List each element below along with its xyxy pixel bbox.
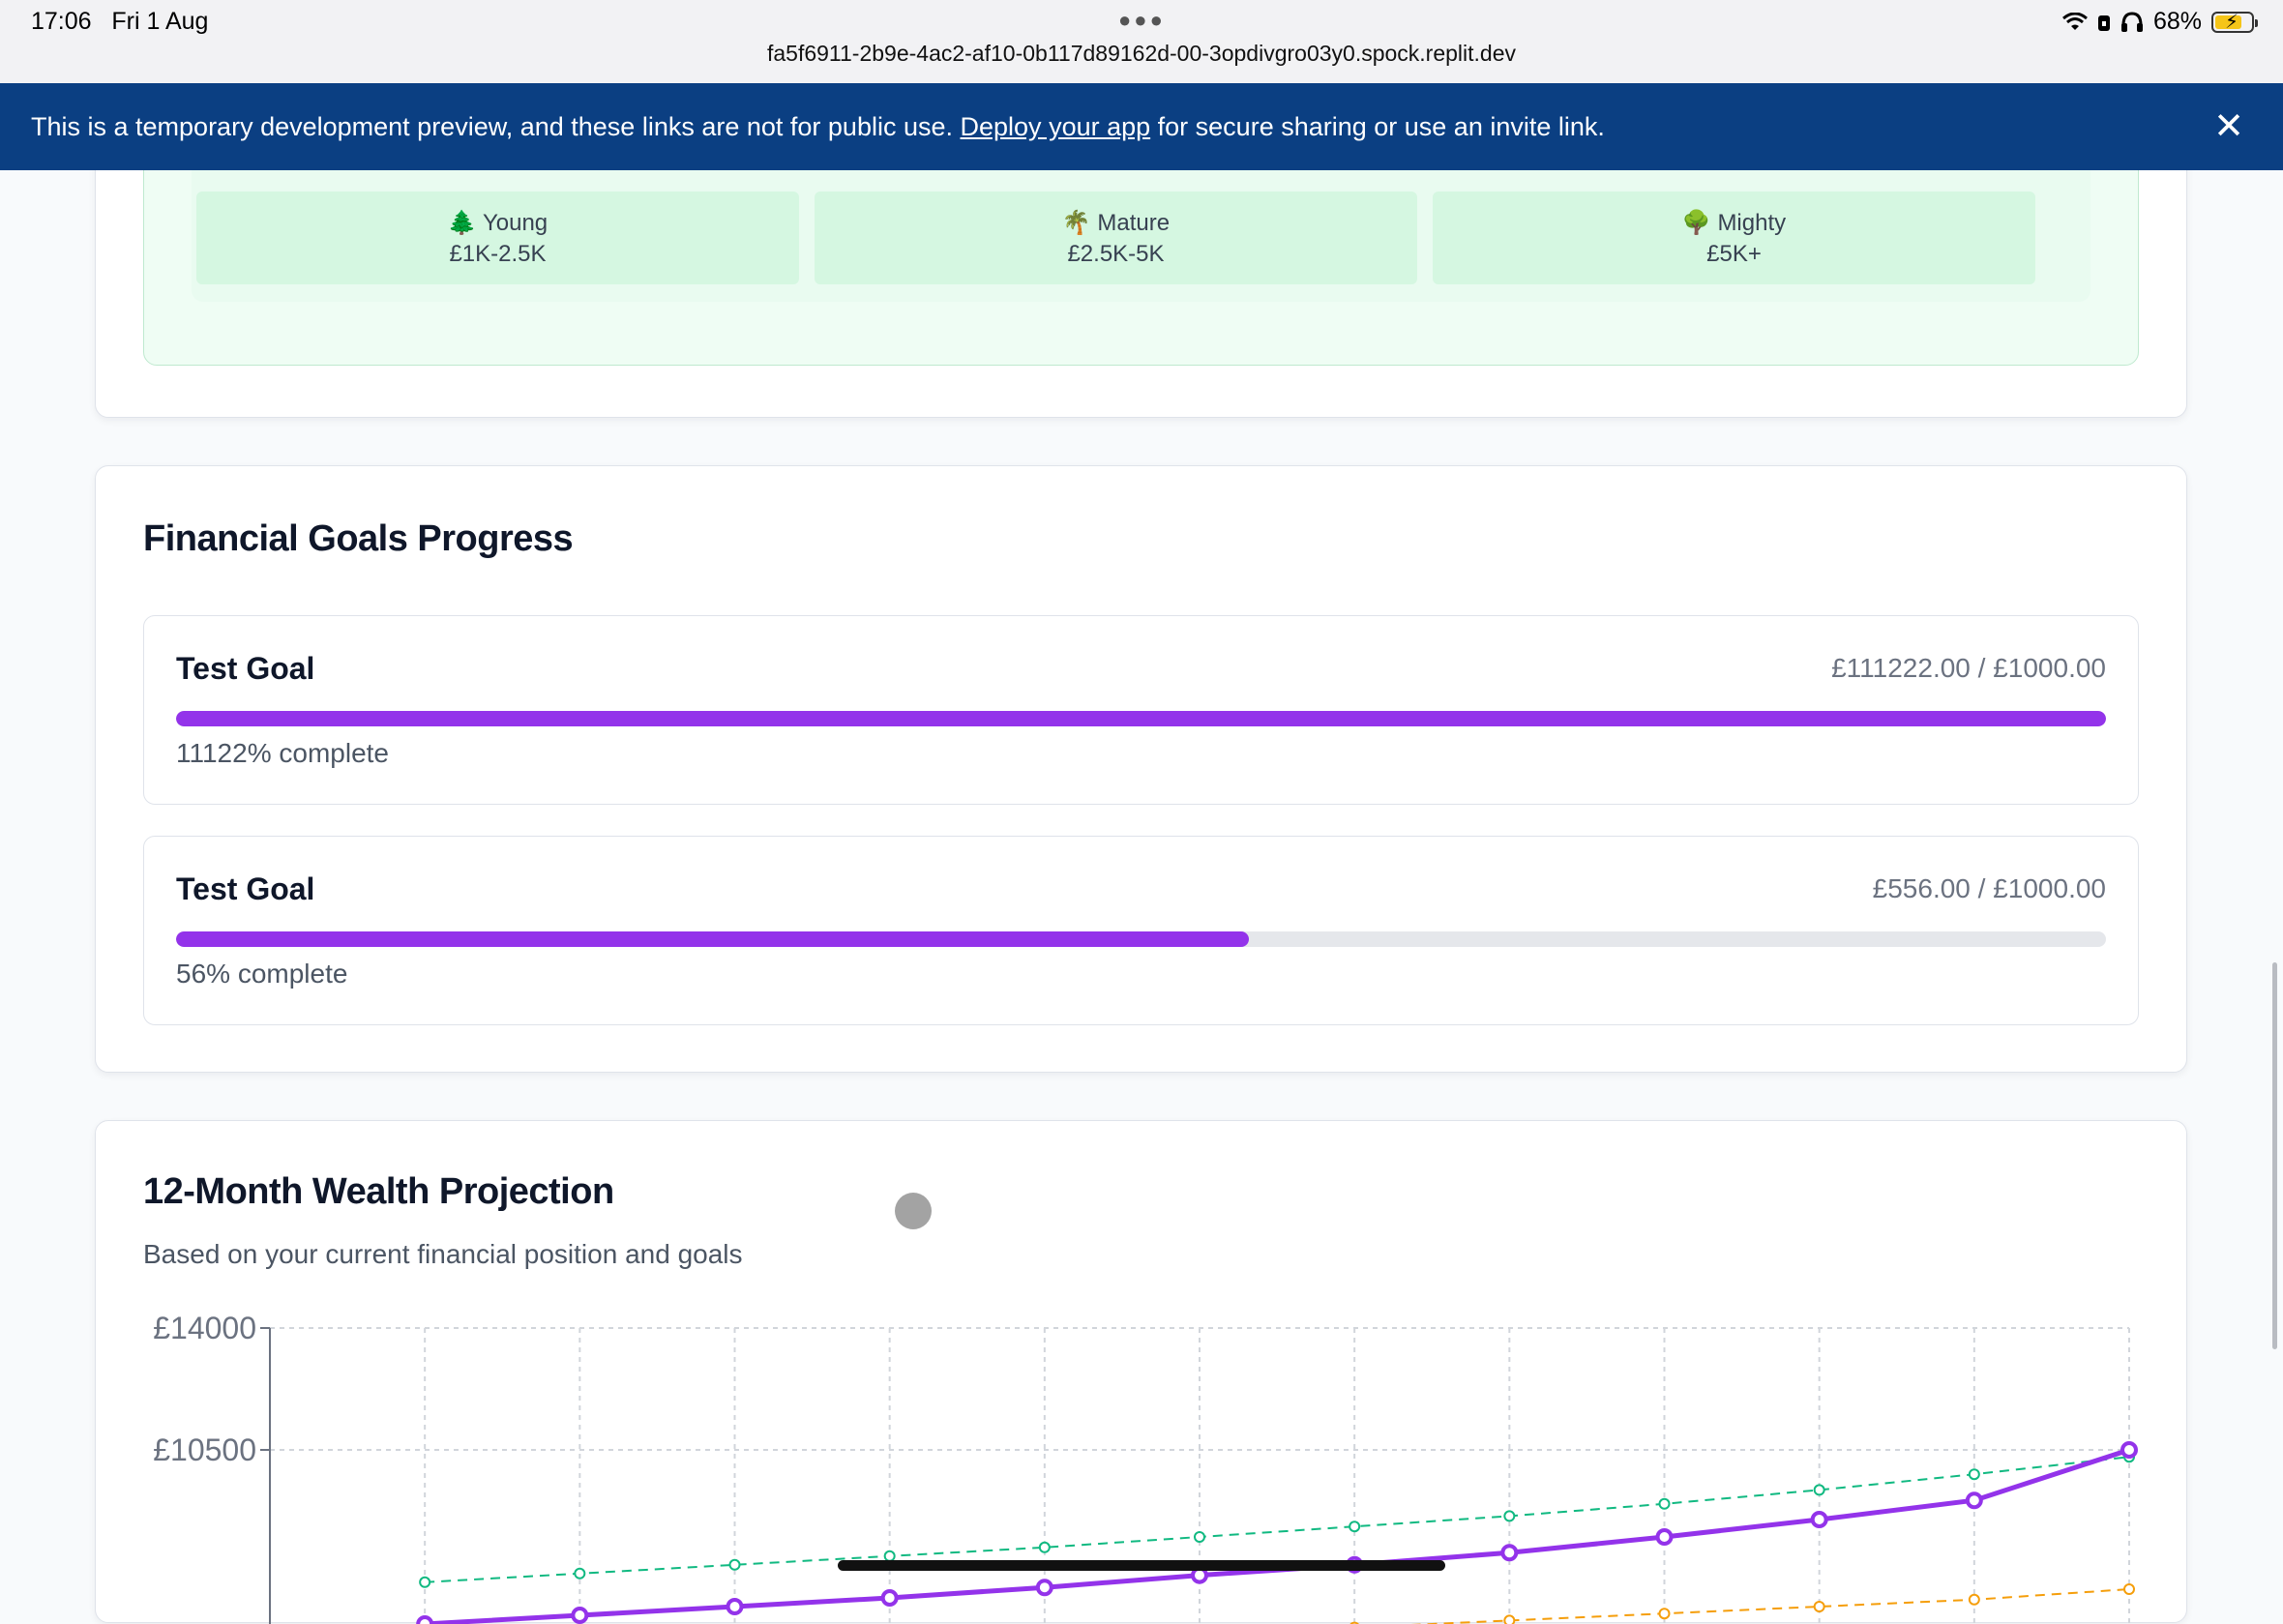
goal-percent: 11122% complete (176, 738, 389, 768)
chart-data-point (726, 1598, 744, 1615)
goal-progress-track (176, 711, 2106, 726)
deciduous-tree-icon: 🌳 (1681, 210, 1711, 236)
goal-name: Test Goal (176, 651, 315, 686)
tier-range: £2.5K-5K (1067, 241, 1165, 267)
chart-series-line-1 (425, 1447, 2130, 1624)
chart-data-point (1658, 1497, 1671, 1510)
goal-progress-track (176, 931, 2106, 947)
y-axis-tick-label: £14000 (153, 1311, 256, 1345)
tier-range: £5K+ (1706, 241, 1762, 267)
chart-data-point (1813, 1601, 1825, 1612)
chart-data-point (571, 1607, 589, 1624)
page-scrollbar[interactable] (2272, 962, 2277, 1349)
goal-amount: £111222.00 / £1000.00 (1831, 653, 2106, 683)
chart-data-point (880, 1589, 899, 1607)
palm-tree-icon: 🌴 (1061, 210, 1091, 236)
y-axis-tick-label: £10500 (153, 1432, 256, 1467)
browser-status-bar: 17:06 Fri 1 Aug ●●● fa5f6911-2b9e-4ac2-a… (0, 0, 2283, 84)
chart-series-line-2 (1409, 1588, 2130, 1624)
lock-icon (2097, 15, 2110, 31)
goals-section-title: Financial Goals Progress (143, 518, 574, 559)
battery-percent: 68% (2152, 8, 2202, 35)
chart-data-point (1810, 1511, 1828, 1528)
status-icons: 68% ⚡ (2061, 8, 2258, 36)
close-icon[interactable]: ✕ (2213, 108, 2244, 145)
goal-progress-fill (176, 931, 1250, 947)
tier-name: Young (482, 210, 549, 236)
dev-preview-banner-overlay: This is a temporary development preview,… (0, 83, 2283, 170)
battery-charging-icon: ⚡ (2211, 11, 2258, 33)
financial-goals-card: Financial Goals Progress Test Goal £1112… (95, 465, 2187, 1073)
goal-name: Test Goal (176, 871, 315, 906)
tier-young: 🌲 Young £1K-2.5K (196, 192, 799, 284)
chart-data-point (1035, 1579, 1053, 1597)
tier-mighty: 🌳 Mighty £5K+ (1433, 192, 2035, 284)
goal-item[interactable]: Test Goal £556.00 / £1000.00 56% complet… (143, 836, 2139, 1025)
chart-data-point (728, 1558, 741, 1571)
wealth-projection-card: 12-Month Wealth Projection Based on your… (95, 1120, 2187, 1624)
headphones-icon (2120, 11, 2143, 32)
chart-data-point (1813, 1484, 1825, 1496)
chart-data-point (1038, 1541, 1051, 1553)
tier-mature: 🌴 Mature £2.5K-5K (815, 192, 1417, 284)
more-options-icon[interactable]: ●●● (1118, 8, 1166, 33)
goal-progress-fill (176, 711, 2106, 726)
wifi-icon (2061, 12, 2088, 30)
wealth-projection-chart: £14000 £10500 (153, 1311, 2138, 1624)
home-indicator[interactable] (838, 1560, 1445, 1571)
address-bar-url[interactable]: fa5f6911-2b9e-4ac2-af10-0b117d89162d-00-… (0, 41, 2283, 67)
tier-name: Mature (1097, 210, 1171, 236)
status-time: 17:06 (31, 8, 92, 35)
tier-range: £1K-2.5K (449, 241, 547, 267)
chart-data-point (574, 1567, 586, 1580)
chart-data-point (1503, 1510, 1516, 1522)
status-date: Fri 1 Aug (111, 8, 209, 35)
goal-amount: £556.00 / £1000.00 (1872, 873, 2106, 903)
chart-data-point (1658, 1608, 1671, 1620)
deploy-app-link[interactable]: Deploy your app (961, 112, 1151, 142)
chart-data-point (419, 1576, 431, 1588)
chart-data-point (1968, 1468, 1980, 1481)
banner-text-after: for secure sharing or use an invite link… (1157, 111, 1605, 141)
tier-name: Mighty (1717, 210, 1787, 236)
chart-data-point (1503, 1614, 1516, 1624)
chart-data-point (1500, 1544, 1519, 1562)
chart-data-point (2120, 1441, 2138, 1459)
banner-text-before: This is a temporary development preview,… (31, 111, 953, 141)
chart-data-point (1194, 1531, 1205, 1543)
chart-data-point (1655, 1528, 1674, 1546)
pine-tree-icon: 🌲 (447, 210, 477, 236)
status-time-date: 17:06 Fri 1 Aug (31, 8, 208, 36)
goal-percent: 56% complete (176, 959, 348, 989)
chart-data-point (1965, 1491, 1983, 1510)
chart-data-point (1349, 1521, 1361, 1533)
goal-item[interactable]: Test Goal £111222.00 / £1000.00 11122% c… (143, 615, 2139, 805)
chart-data-point (1968, 1593, 1980, 1606)
chart-data-point (416, 1615, 434, 1624)
